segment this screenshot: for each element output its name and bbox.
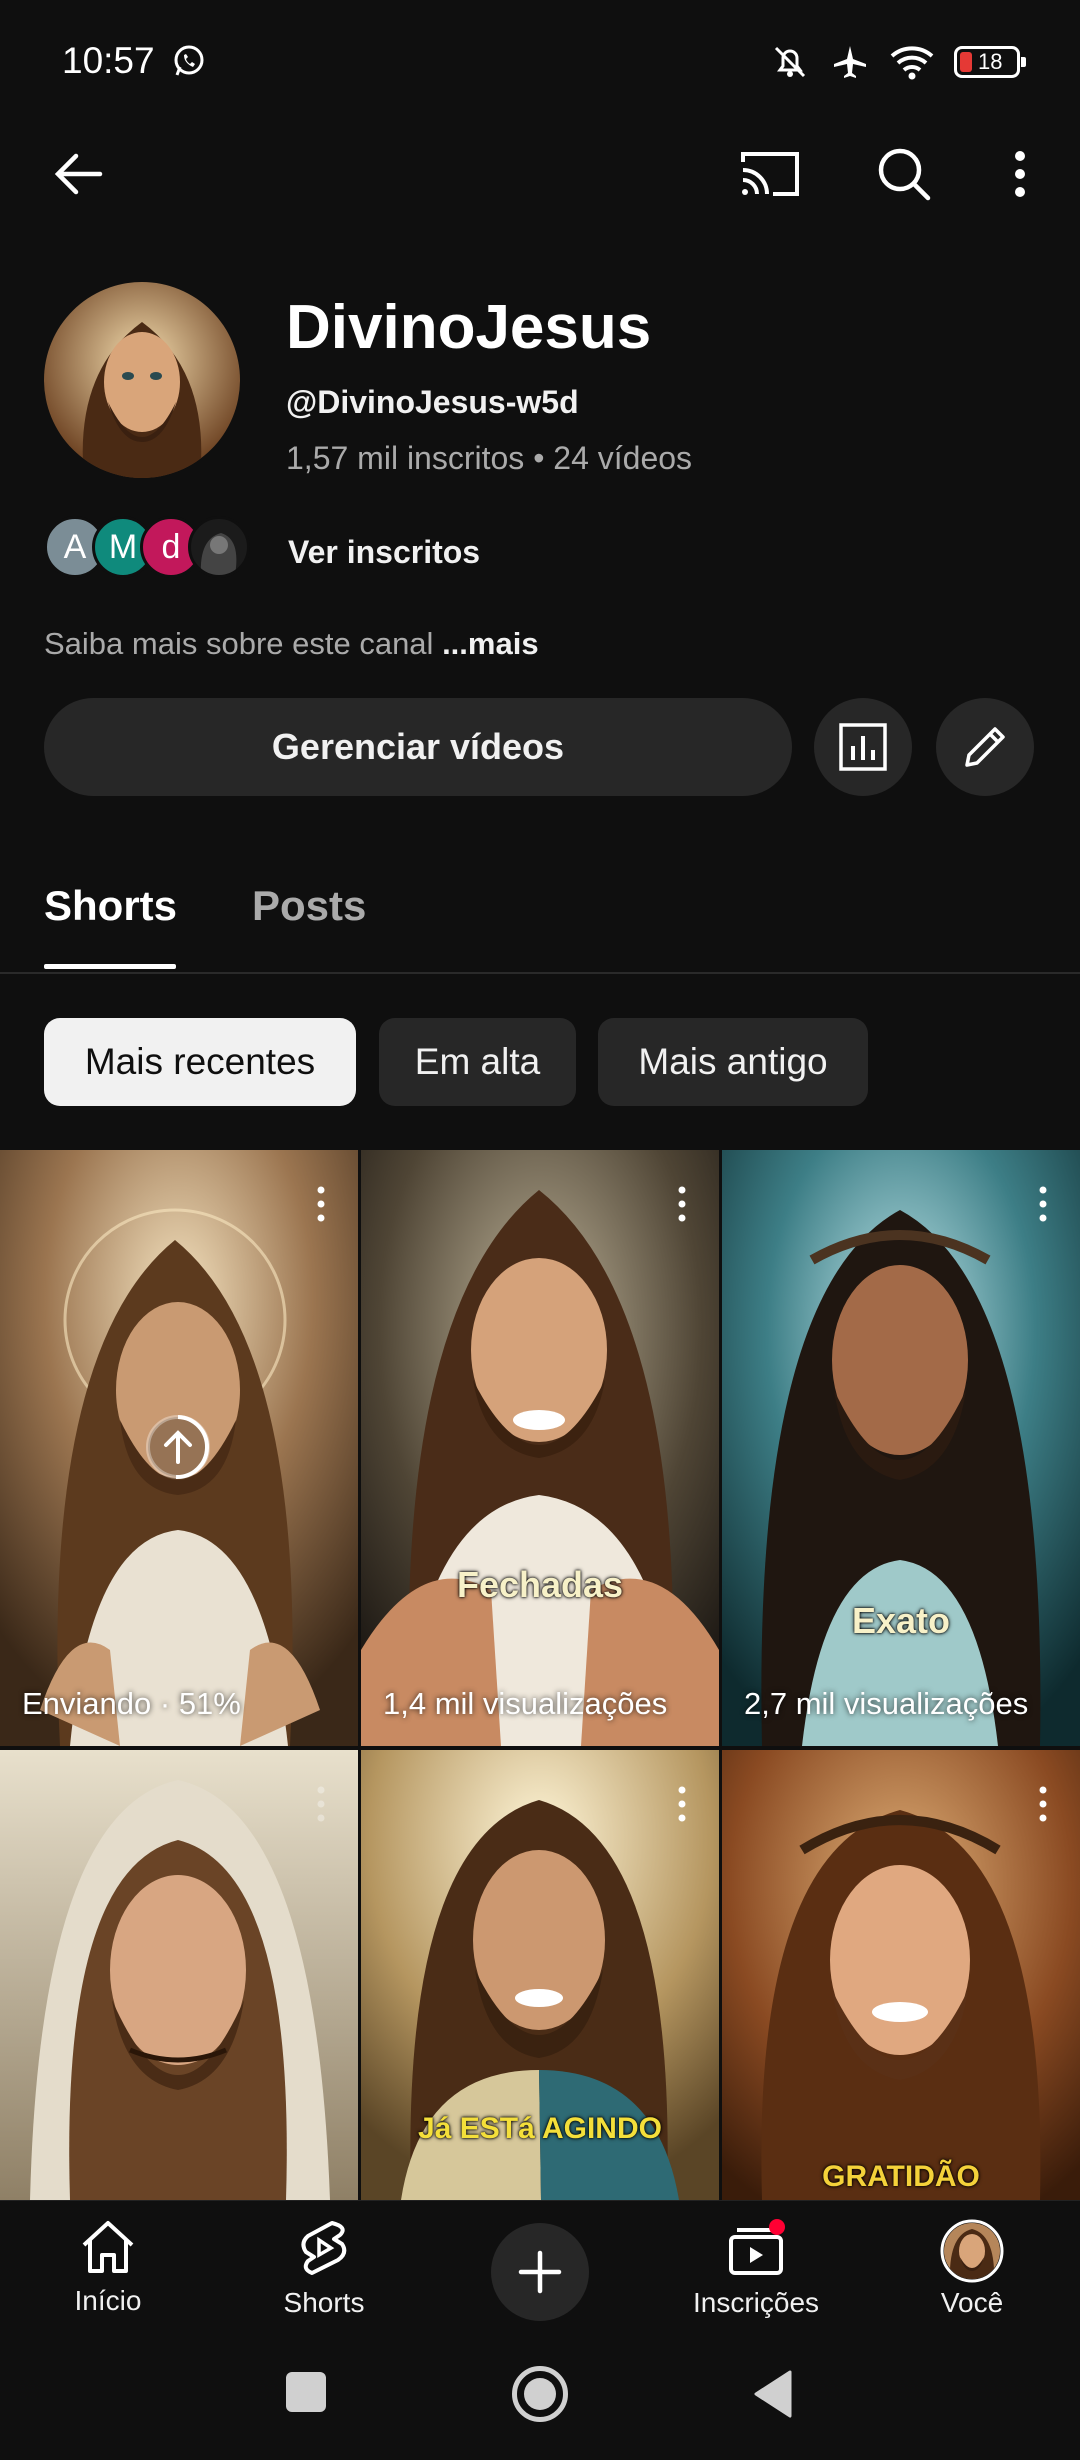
analytics-icon [839,723,887,771]
active-tab-indicator [44,964,176,969]
mute-icon [774,46,806,78]
nav-shorts-label: Shorts [283,2287,365,2318]
home-system-button[interactable] [512,2366,568,2422]
nav-you-label: Você [940,2287,1004,2318]
nav-you[interactable]: Você [882,2219,1062,2319]
nav-home-label: Início [74,2285,142,2316]
subscriber-avatar [188,516,250,578]
short-caption: Fechadas [456,1564,624,1605]
short-thumbnail[interactable]: Já ESTá AGINDO [361,1750,719,2200]
battery-level: 18 [978,49,1003,74]
more-vertical-icon[interactable] [1036,1184,1050,1224]
channel-name: DivinoJesus [286,293,652,362]
back-arrow-icon [54,153,103,195]
nav-home[interactable]: Início [18,2219,198,2317]
subscriber-avatars[interactable]: A M d [44,516,250,578]
chip-most-recent[interactable]: Mais recentes [44,1018,356,1106]
more-options-button[interactable] [1000,136,1040,212]
short-caption: Exato [851,1600,951,1641]
edit-channel-button[interactable] [936,698,1034,796]
short-thumbnail[interactable]: GRATIDÃO [722,1750,1080,2200]
about-more-link[interactable]: ...mais [442,626,539,661]
home-icon [82,2221,134,2273]
chip-trending[interactable]: Em alta [379,1018,576,1106]
system-navigation-bar [0,2330,1080,2460]
upload-progress-icon [146,1415,210,1480]
plus-icon [518,2250,562,2294]
pencil-icon [965,727,1005,767]
back-system-icon[interactable] [752,2370,792,2418]
whatsapp-icon [174,45,204,76]
analytics-button[interactable] [814,698,912,796]
more-vertical-icon[interactable] [1036,1784,1050,1824]
status-time: 10:57 [62,40,155,81]
more-vertical-icon[interactable] [675,1184,689,1224]
more-vertical-icon[interactable] [314,1184,328,1224]
manage-videos-button[interactable]: Gerenciar vídeos [44,698,792,796]
tab-shorts[interactable]: Shorts [44,882,177,930]
search-icon [878,148,931,201]
more-vertical-icon[interactable] [675,1784,689,1824]
chip-oldest[interactable]: Mais antigo [598,1018,868,1106]
status-icons: 18 [770,42,1026,82]
back-button[interactable] [40,136,116,212]
channel-about[interactable]: Saiba mais sobre este canal ...mais [44,626,539,662]
battery-indicator: 18 [954,46,1026,78]
short-caption: Já ESTá AGINDO [418,2112,662,2145]
channel-avatar[interactable] [44,282,240,478]
create-button[interactable] [491,2223,589,2321]
tabs-divider [0,972,1080,974]
search-button[interactable] [866,136,942,212]
short-thumbnail[interactable] [0,1750,358,2200]
short-thumbnail[interactable]: Exato 2,7 mil visualizações [722,1150,1080,1746]
more-vertical-icon [1015,151,1025,197]
more-vertical-icon[interactable] [314,1784,328,1824]
upload-status: Enviando · 51% [22,1686,241,1721]
view-subscribers-link[interactable]: Ver inscritos [288,534,480,571]
profile-avatar [940,2219,1004,2283]
nav-shorts[interactable]: Shorts [234,2219,414,2319]
cast-icon [741,152,799,196]
short-views: 1,4 mil visualizações [383,1686,668,1721]
short-thumbnail[interactable]: Fechadas 1,4 mil visualizações [361,1150,719,1746]
short-caption: GRATIDÃO [822,2160,980,2193]
about-text: Saiba mais sobre este canal [44,626,434,661]
subscriptions-icon [729,2219,785,2275]
recents-button[interactable] [286,2372,326,2412]
shorts-icon [301,2221,347,2275]
airplane-icon [834,46,866,78]
channel-stats: 1,57 mil inscritos • 24 vídeos [286,440,693,476]
cast-button[interactable] [732,136,808,212]
bottom-navigation: Início Shorts Inscrições Você [0,2200,1080,2330]
short-thumbnail[interactable]: Enviando · 51% [0,1150,358,1746]
nav-subscriptions[interactable]: Inscrições [666,2219,846,2319]
channel-handle: @DivinoJesus-w5d [286,384,579,420]
nav-subscriptions-label: Inscrições [692,2287,820,2318]
short-views: 2,7 mil visualizações [744,1686,1029,1721]
tab-posts[interactable]: Posts [252,882,366,930]
wifi-icon [890,46,934,80]
